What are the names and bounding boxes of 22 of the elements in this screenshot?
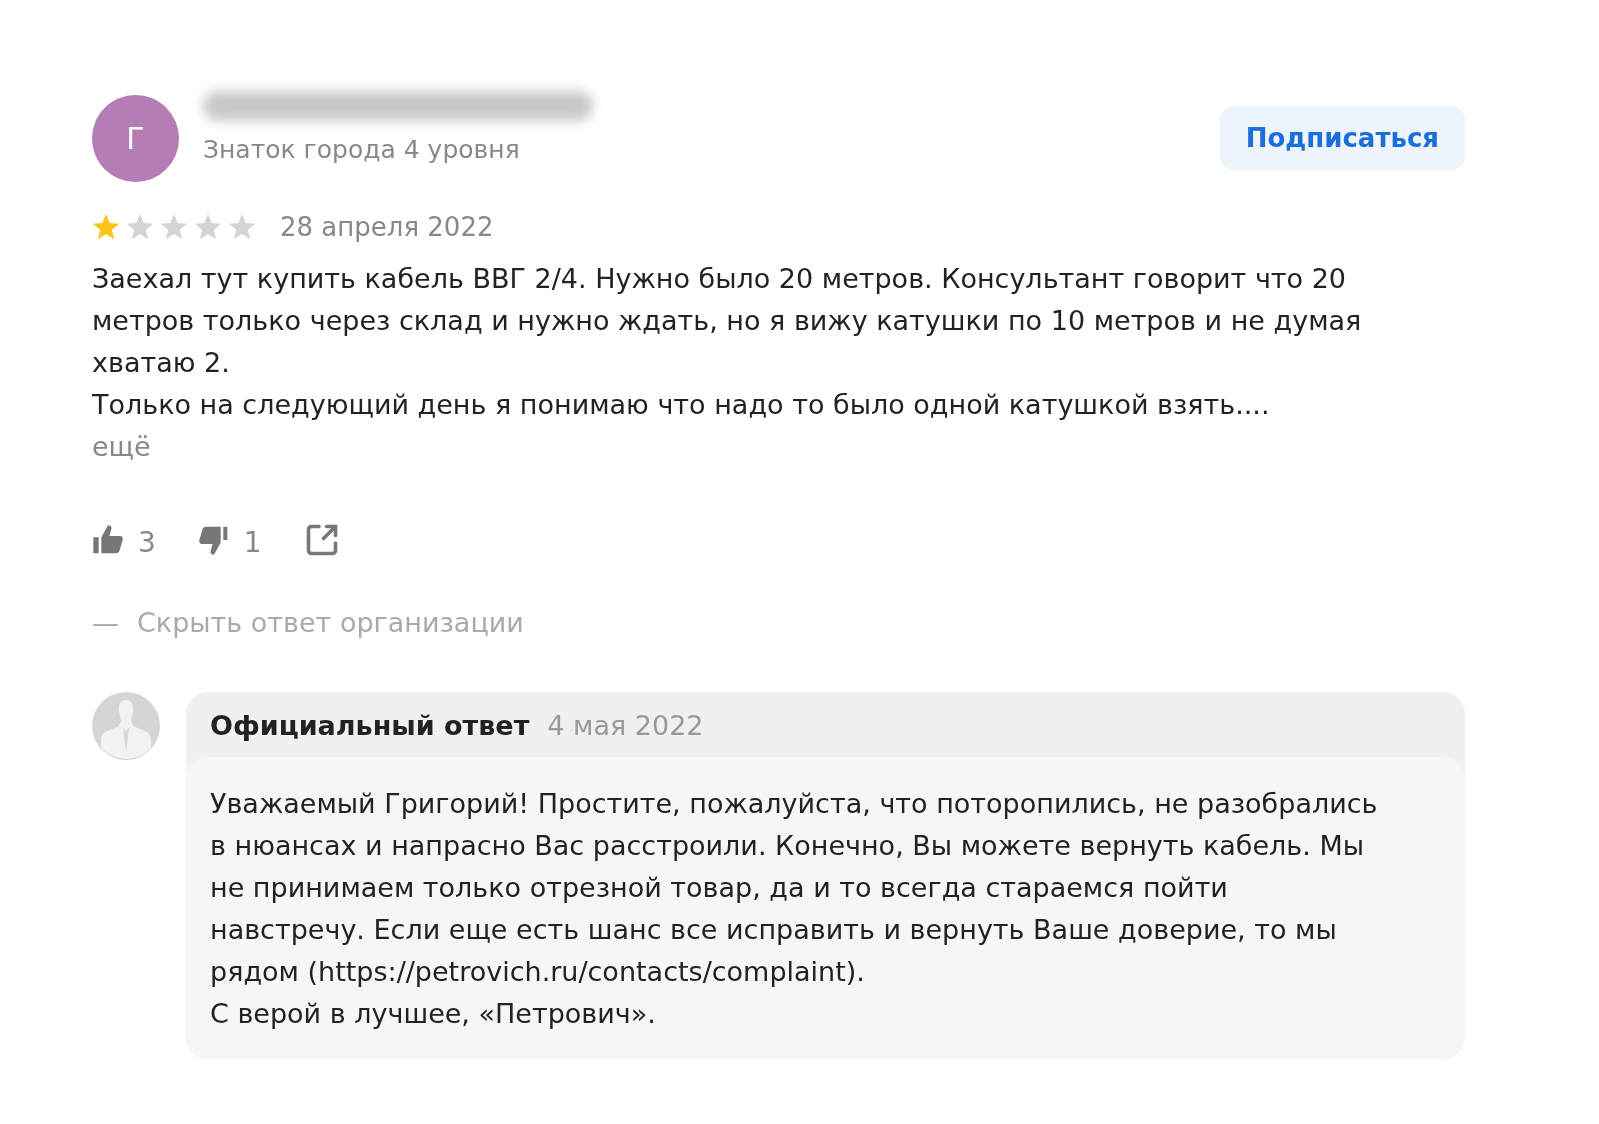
thumbs-up-icon[interactable] <box>92 523 124 556</box>
dislikes-count: 1 <box>243 526 262 559</box>
star-icon <box>160 213 188 241</box>
reply-text: С верой в лучшее, «Петрович». <box>210 997 657 1031</box>
review-date: 28 апреля 2022 <box>280 212 494 242</box>
avatar: Г <box>92 95 179 182</box>
review-text: Заехал тут купить кабель ВВГ 2/4. Нужно было 20 метров. Консультант говорит что 20 метров только через склад и нужно ждать, но я вижу катушки по 10 метров и не думая хватаю 2. <box>92 262 1363 380</box>
more-link[interactable]: ещё <box>92 431 151 462</box>
reply-title: Официальный ответ <box>210 710 530 741</box>
likes-count: 3 <box>138 526 156 559</box>
star-icon <box>194 213 222 241</box>
star-icon <box>126 213 154 241</box>
reply-text: Уважаемый Григорий! Простите, пожалуйста, что поторопились, не разобрались в нюансах и напрасно Вас расстроили. Конечно, Вы можете вернуть кабель. Мы не принимаем только отрезной товар, да и то всегда стараемся пойти навстречу. Если еще есть шанс все исправить и вернуть Ваше доверие, то мы рядом (https://petrovich.ru/contacts/complaint). <box>210 787 1379 989</box>
hide-reply-link[interactable]: Скрыть ответ организации <box>137 607 524 638</box>
user-level: Знаток города 4 уровня <box>203 135 521 164</box>
star-icon <box>228 213 256 241</box>
review-text: Только на следующий день я понимаю что надо то было одной катушкой взять.... <box>92 388 1271 422</box>
reply-date: 4 мая 2022 <box>547 710 704 741</box>
default-avatar-icon <box>92 692 160 760</box>
dash: — <box>92 607 119 638</box>
star-icon <box>92 213 120 241</box>
subscribe-button[interactable]: Подписаться <box>1219 106 1465 170</box>
